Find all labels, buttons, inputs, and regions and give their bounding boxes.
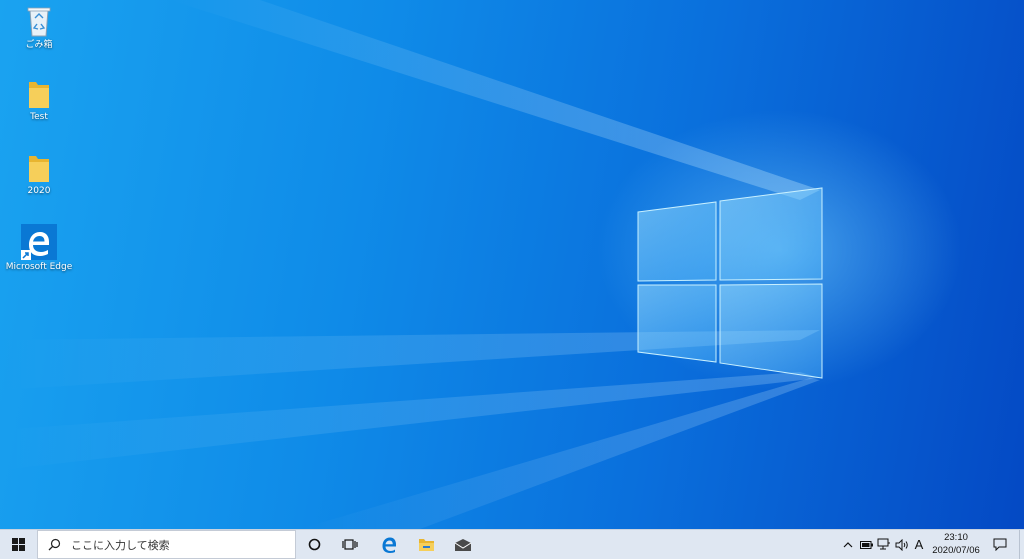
desktop-icon-label: Test: [30, 112, 48, 122]
desktop[interactable]: ごみ箱 Test 2020 Microsoft Edge: [0, 0, 1024, 529]
recycle-bin-icon: [27, 7, 51, 37]
search-box[interactable]: ここに入力して検索: [37, 530, 296, 559]
clock-time: 23:10: [944, 532, 968, 543]
desktop-icon-label: ごみ箱: [25, 40, 53, 50]
volume-button[interactable]: [893, 530, 911, 559]
notification-icon: [993, 538, 1007, 551]
tray-overflow-button[interactable]: [840, 530, 856, 559]
mail-icon: [454, 538, 472, 551]
mail-button[interactable]: [448, 530, 478, 559]
desktop-icon-microsoft-edge[interactable]: Microsoft Edge: [3, 224, 75, 273]
cortana-button[interactable]: [300, 530, 328, 559]
chevron-up-icon: [843, 541, 853, 547]
battery-button[interactable]: [857, 530, 875, 559]
wallpaper-light-beams: [0, 0, 820, 529]
start-button[interactable]: [0, 530, 36, 559]
search-placeholder: ここに入力して検索: [71, 538, 170, 552]
taskbar: ここに入力して検索 A 23:10 2020/07/06: [0, 529, 1024, 559]
search-icon: [48, 538, 61, 551]
file-explorer-button[interactable]: [411, 530, 441, 559]
folder-icon: [29, 82, 49, 108]
ime-mode-label: A: [914, 537, 924, 552]
task-view-icon: [342, 539, 358, 550]
battery-icon: [859, 540, 873, 549]
edge-taskbar-button[interactable]: [374, 530, 404, 559]
action-center-button[interactable]: [988, 530, 1012, 559]
show-desktop-button[interactable]: [1019, 530, 1024, 559]
clock[interactable]: 23:10 2020/07/06: [926, 531, 986, 557]
desktop-icon-label: 2020: [27, 186, 51, 196]
edge-icon: [382, 537, 396, 553]
desktop-icon-label: Microsoft Edge: [5, 262, 73, 272]
windows-start-icon: [11, 538, 25, 551]
windows-logo-wallpaper: [637, 187, 823, 379]
task-view-button[interactable]: [336, 530, 364, 559]
ime-indicator[interactable]: A: [911, 530, 927, 559]
desktop-icon-recycle-bin[interactable]: ごみ箱: [3, 4, 75, 51]
desktop-icon-folder-test[interactable]: Test: [3, 78, 75, 123]
clock-date: 2020/07/06: [932, 545, 980, 556]
edge-icon: [21, 224, 57, 260]
folder-icon: [418, 539, 434, 551]
folder-icon: [29, 156, 49, 182]
speaker-icon: [895, 538, 908, 551]
network-button[interactable]: [875, 530, 893, 559]
network-icon: [877, 538, 890, 550]
cortana-circle-icon: [308, 538, 320, 551]
desktop-icon-folder-2020[interactable]: 2020: [3, 152, 75, 197]
